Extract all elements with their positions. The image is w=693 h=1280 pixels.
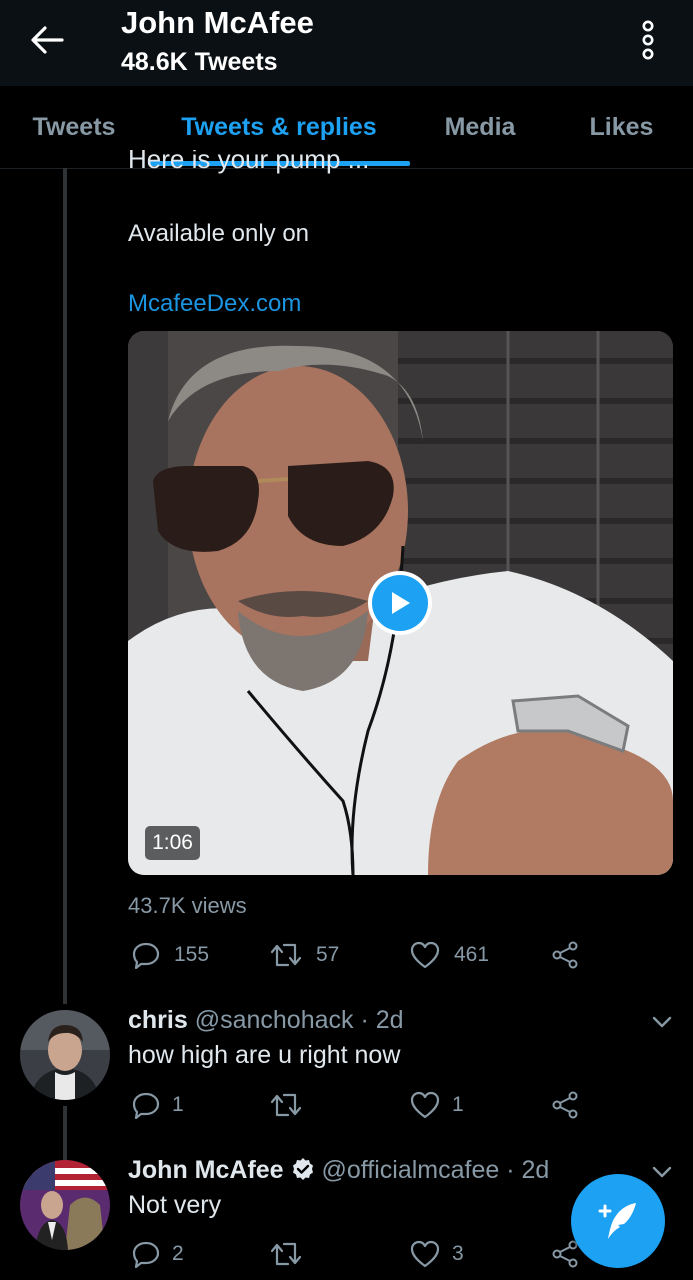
share-icon <box>552 1091 578 1119</box>
like-button[interactable]: 1 <box>410 1091 464 1119</box>
more-options-button[interactable] <box>628 16 668 64</box>
retweet-icon <box>270 1242 302 1266</box>
share-button[interactable] <box>551 1240 579 1268</box>
compose-tweet-icon <box>598 1203 636 1239</box>
reply-text: how high are u right now <box>128 1041 401 1069</box>
heart-icon <box>410 1240 440 1268</box>
verified-badge-icon <box>292 1158 313 1180</box>
share-button[interactable] <box>551 1091 579 1119</box>
reply-header: chris @sanchohack · 2d <box>128 1006 404 1035</box>
tab-likes[interactable]: Likes <box>550 86 693 168</box>
timestamp: · 2d <box>360 1006 404 1034</box>
reply-icon <box>132 1092 160 1119</box>
tweet-menu-button[interactable] <box>648 1010 676 1034</box>
share-icon <box>552 1240 578 1268</box>
thread-line <box>63 168 67 1004</box>
retweet-button[interactable]: 57 <box>270 941 339 969</box>
heart-icon <box>410 1091 440 1119</box>
avatar[interactable] <box>20 1010 110 1100</box>
reply-icon <box>132 1241 160 1268</box>
author-handle[interactable]: @officialmcafee <box>322 1156 500 1184</box>
arrow-left-icon <box>31 26 64 54</box>
tweet-text-clipped: Here is your pump ... <box>128 150 370 174</box>
timestamp: · 2d <box>506 1156 550 1184</box>
top-app-bar: John McAfee 48.6K Tweets <box>0 0 693 86</box>
tweet-link[interactable]: McafeeDex.com <box>128 290 301 318</box>
reply-button[interactable]: 2 <box>132 1240 184 1268</box>
share-button[interactable] <box>551 941 579 969</box>
author-name[interactable]: John McAfee <box>128 1156 284 1184</box>
heart-icon <box>410 941 440 969</box>
view-count: 43.7K views <box>128 893 247 918</box>
reply-button[interactable]: 1 <box>132 1091 184 1119</box>
tweet-count: 48.6K Tweets <box>121 48 278 76</box>
like-button[interactable]: 461 <box>410 941 489 969</box>
retweet-icon <box>270 1093 302 1117</box>
author-handle[interactable]: @sanchohack <box>195 1006 354 1034</box>
chevron-down-icon <box>652 1166 672 1178</box>
avatar-image <box>20 1010 110 1100</box>
play-icon <box>392 592 410 614</box>
like-button[interactable]: 3 <box>410 1240 464 1268</box>
retweet-button[interactable] <box>270 1240 302 1268</box>
tweet-text: Available only on <box>128 220 310 247</box>
chevron-down-icon <box>652 1016 672 1028</box>
thread-line <box>63 1106 67 1162</box>
retweet-button[interactable] <box>270 1091 302 1119</box>
share-icon <box>552 941 578 969</box>
more-vertical-icon <box>642 20 654 60</box>
reply-icon <box>132 942 160 969</box>
avatar[interactable] <box>20 1160 110 1250</box>
compose-tweet-button[interactable] <box>571 1174 665 1268</box>
profile-name-title: John McAfee <box>121 5 314 40</box>
tab-tweets[interactable]: Tweets <box>0 86 148 168</box>
reply-button[interactable]: 155 <box>132 941 209 969</box>
reply-text: Not very <box>128 1191 222 1219</box>
play-video-button[interactable] <box>368 571 432 635</box>
retweet-icon <box>270 943 302 967</box>
avatar-image <box>20 1160 110 1250</box>
author-name[interactable]: chris <box>128 1006 188 1034</box>
back-button[interactable] <box>22 18 72 62</box>
reply-header: John McAfee @officialmcafee · 2d <box>128 1156 549 1185</box>
tweet-menu-button[interactable] <box>648 1160 676 1184</box>
video-duration-badge: 1:06 <box>145 826 200 860</box>
